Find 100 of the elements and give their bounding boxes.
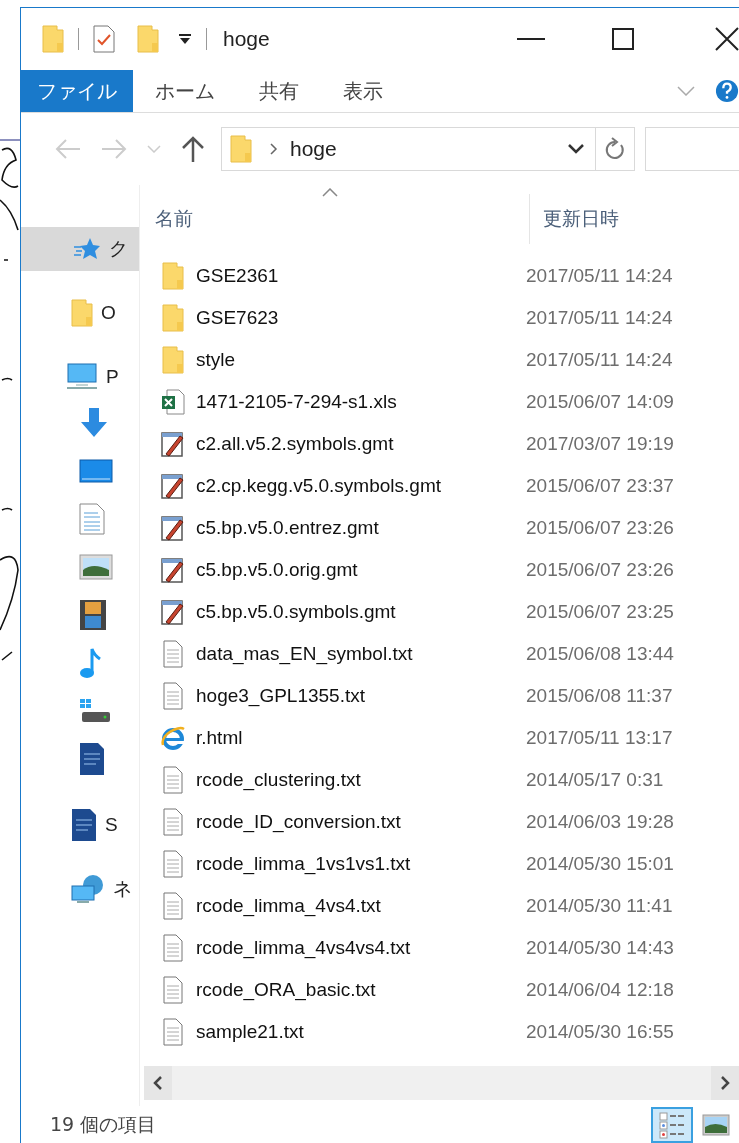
address-dropdown-icon[interactable] (567, 143, 585, 155)
pencil-document-icon (160, 472, 186, 500)
nav-item[interactable]: P (21, 355, 139, 399)
text-file-icon (160, 766, 186, 794)
column-header[interactable]: 名前 (140, 194, 530, 244)
file-name[interactable]: 1471-2105-7-294-s1.xls (196, 391, 526, 413)
address-path[interactable]: hoge (290, 137, 567, 161)
ribbon-tab[interactable]: ホーム (133, 70, 237, 112)
refresh-icon[interactable] (604, 137, 626, 161)
nav-item[interactable]: S (21, 803, 139, 847)
modified-date: 2014/06/04 12:18 (526, 979, 674, 1001)
file-name[interactable]: GSE7623 (196, 307, 526, 329)
modified-date: 2014/05/30 15:01 (526, 853, 674, 875)
file-name[interactable]: rcode_limma_4vs4.txt (196, 895, 526, 917)
file-name[interactable]: c5.bp.v5.0.orig.gmt (196, 559, 526, 581)
modified-date: 2015/06/07 23:37 (526, 475, 674, 497)
pencil-document-icon (160, 430, 186, 458)
text-file-icon (160, 934, 186, 962)
file-name[interactable]: r.html (196, 727, 526, 749)
sd-card-icon (71, 808, 97, 842)
text-file-icon (160, 682, 186, 710)
modified-date: 2015/06/07 23:26 (526, 559, 674, 581)
sd-card-icon (79, 742, 105, 776)
modified-date: 2017/05/11 14:24 (526, 307, 673, 329)
music-note-icon (79, 647, 101, 679)
folder-icon (137, 25, 159, 53)
modified-date: 2014/05/30 16:55 (526, 1021, 674, 1043)
ribbon-tab[interactable]: ファイル (21, 70, 133, 112)
file-name[interactable]: c5.bp.v5.0.symbols.gmt (196, 601, 526, 623)
download-arrow-icon (79, 407, 109, 439)
folder-icon (42, 25, 64, 53)
modified-date: 2017/05/11 14:24 (526, 265, 673, 287)
modified-date: 2017/05/11 13:17 (526, 727, 673, 749)
modified-date: 2014/05/30 11:41 (526, 895, 673, 917)
web-file-icon (160, 725, 186, 751)
dropdown-icon[interactable] (178, 33, 192, 45)
document-icon (79, 503, 105, 535)
ribbon-tab[interactable]: 表示 (321, 70, 405, 112)
desktop-icon (79, 459, 113, 483)
file-name[interactable]: rcode_ID_conversion.txt (196, 811, 526, 833)
minimize-icon (517, 37, 545, 41)
chevron-left-icon (153, 1075, 163, 1091)
text-file-icon (160, 976, 186, 1004)
scroll-right-button[interactable] (711, 1066, 739, 1100)
file-name[interactable]: rcode_limma_4vs4vs4.txt (196, 937, 526, 959)
modified-date: 2015/06/08 13:44 (526, 643, 674, 665)
properties-icon[interactable] (93, 25, 115, 53)
horizontal-scrollbar[interactable] (144, 1066, 739, 1100)
modified-date: 2017/05/11 14:24 (526, 349, 673, 371)
file-name[interactable]: sample21.txt (196, 1021, 526, 1043)
file-name[interactable]: GSE2361 (196, 265, 526, 287)
file-name[interactable]: style (196, 349, 526, 371)
picture-icon (79, 554, 113, 580)
modified-date: 2015/06/07 23:25 (526, 601, 674, 623)
file-name[interactable]: rcode_clustering.txt (196, 769, 526, 791)
file-name[interactable]: rcode_limma_1vs1vs1.txt (196, 853, 526, 875)
nav-item[interactable]: ク (21, 227, 139, 271)
help-icon[interactable] (715, 78, 739, 104)
modified-date: 2014/06/03 19:28 (526, 811, 674, 833)
pencil-document-icon (160, 514, 186, 542)
folder-icon (71, 299, 93, 327)
modified-date: 2014/05/30 14:43 (526, 937, 674, 959)
nav-label[interactable]: ネ (113, 876, 132, 902)
nav-item[interactable]: O (21, 291, 139, 335)
modified-date: 2014/05/17 0:31 (526, 769, 664, 791)
folder-icon (160, 304, 186, 332)
network-icon (71, 874, 105, 904)
scroll-left-button[interactable] (144, 1066, 172, 1100)
text-file-icon (160, 640, 186, 668)
nav-label[interactable]: P (106, 366, 119, 388)
sort-caret-icon (322, 188, 338, 197)
nav-label[interactable]: S (105, 814, 118, 836)
file-name[interactable]: data_mas_EN_symbol.txt (196, 643, 526, 665)
computer-icon (66, 363, 98, 391)
nav-label[interactable]: ク (109, 236, 128, 262)
folder-icon (230, 135, 252, 163)
text-file-icon (160, 892, 186, 920)
file-name[interactable]: c2.all.v5.2.symbols.gmt (196, 433, 526, 455)
expand-ribbon-icon[interactable] (677, 86, 695, 96)
file-name[interactable]: hoge3_GPL1355.txt (196, 685, 526, 707)
pencil-document-icon (160, 556, 186, 584)
nav-label[interactable]: O (101, 302, 116, 324)
nav-item[interactable]: ネ (21, 867, 139, 911)
address-bar[interactable]: hoge (221, 127, 635, 171)
details-view-icon (658, 1111, 686, 1139)
text-file-icon (160, 1018, 186, 1046)
column-header[interactable]: 更新日時 (530, 194, 619, 244)
file-name[interactable]: c5.bp.v5.0.entrez.gmt (196, 517, 526, 539)
folder-icon (160, 262, 186, 290)
file-name[interactable]: rcode_ORA_basic.txt (196, 979, 526, 1001)
large-icons-view-icon (702, 1114, 730, 1136)
modified-date: 2015/06/07 23:26 (526, 517, 674, 539)
search-field[interactable] (645, 127, 739, 171)
text-file-icon (160, 850, 186, 878)
view-button[interactable] (651, 1107, 693, 1143)
item-count: 19 個の項目 (50, 1112, 158, 1137)
file-name[interactable]: c2.cp.kegg.v5.0.symbols.gmt (196, 475, 526, 497)
modified-date: 2017/03/07 19:19 (526, 433, 674, 455)
text-file-icon (160, 808, 186, 836)
ribbon-tab[interactable]: 共有 (237, 70, 321, 112)
